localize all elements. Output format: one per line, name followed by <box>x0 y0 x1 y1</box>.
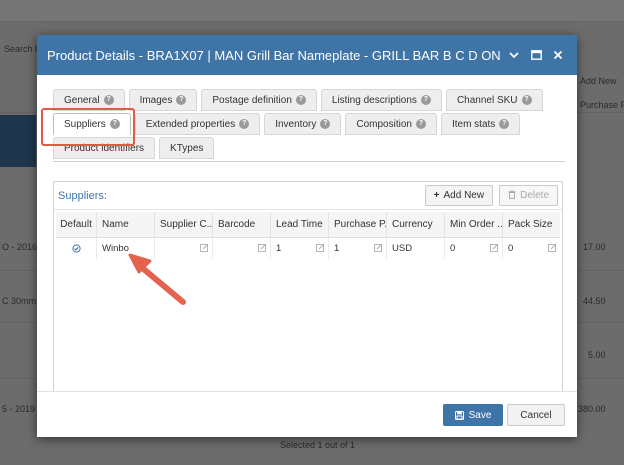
annotation-arrow-icon <box>128 253 186 305</box>
